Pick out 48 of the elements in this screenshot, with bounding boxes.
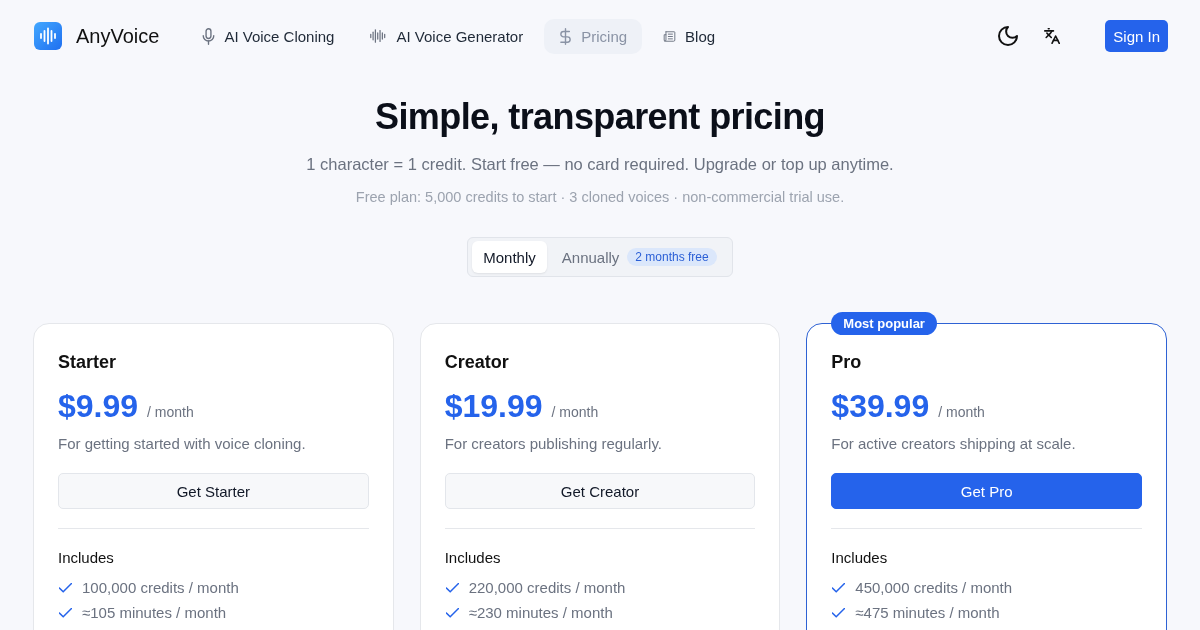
plan-cta-button[interactable]: Get Creator	[444, 473, 756, 509]
price-period: / month	[938, 404, 985, 420]
nav-link[interactable]: AI Voice Cloning	[187, 18, 350, 54]
plan-cta-button[interactable]: Get Pro	[831, 473, 1142, 509]
plan-cta-button[interactable]: Get Starter	[58, 473, 369, 509]
feature-text: ≈475 minutes / month	[855, 603, 1000, 622]
plan-price: $19.99	[444, 387, 543, 426]
dollar-icon	[559, 27, 573, 45]
price-period: / month	[147, 404, 194, 420]
billing-option[interactable]: Annually 2 months free	[550, 241, 728, 273]
check-icon	[445, 582, 459, 593]
page-subtitle: 1 character = 1 credit. Start free — no card required. Upgrade or top up anytime.	[306, 154, 894, 175]
feature-text: ≈105 minutes / month	[82, 603, 227, 622]
translate-icon	[1044, 28, 1061, 44]
logo-icon	[34, 22, 62, 50]
feature-text: 220,000 credits / month	[468, 578, 626, 597]
plan-description: For creators publishing regularly.	[444, 434, 663, 454]
includes-heading: Includes	[831, 548, 889, 568]
plan-price: $9.99	[58, 387, 139, 426]
brand-name[interactable]: AnyVoice	[76, 24, 160, 48]
free-plan-note: Free plan: 5,000 credits to start · 3 cloned voices · non-commercial trial use.	[355, 188, 845, 207]
includes-heading: Includes	[444, 548, 502, 568]
waveform-icon	[370, 29, 388, 43]
nav-link[interactable]: AI Voice Generator	[355, 18, 539, 54]
plan-description: For active creators shipping at scale.	[831, 434, 1077, 454]
microphone-icon	[202, 27, 216, 45]
nav-link[interactable]: Blog	[648, 18, 731, 54]
billing-option[interactable]: Monthly	[472, 241, 547, 273]
sign-in-button[interactable]: Sign In	[1105, 20, 1168, 52]
includes-heading: Includes	[58, 548, 115, 568]
page-title: Simple, transparent pricing	[375, 95, 825, 139]
feature-text: 100,000 credits / month	[82, 578, 239, 597]
check-icon	[59, 582, 72, 593]
check-icon	[59, 607, 72, 618]
plan-name: Starter	[58, 351, 118, 374]
feature-text: 450,000 credits / month	[855, 578, 1013, 597]
discount-badge: 2 months free	[627, 248, 717, 266]
plan-name: Pro	[831, 351, 863, 374]
plan-description: For getting started with voice cloning.	[58, 434, 307, 454]
plan-name: Creator	[444, 351, 510, 374]
check-icon	[832, 582, 846, 593]
plan-price: $39.99	[831, 387, 930, 426]
check-icon	[832, 607, 846, 618]
popular-badge: Most popular	[831, 312, 937, 335]
moon-icon	[998, 26, 1019, 46]
price-period: / month	[551, 404, 599, 420]
feature-text: ≈230 minutes / month	[468, 603, 613, 622]
check-icon	[445, 607, 459, 618]
